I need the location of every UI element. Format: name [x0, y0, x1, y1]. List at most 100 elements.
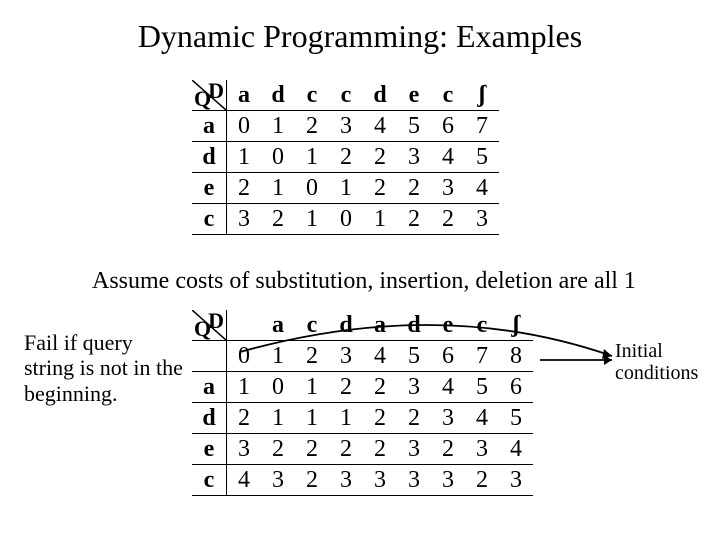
row-header: e: [192, 434, 227, 465]
cell: 3: [363, 465, 397, 496]
cell: 2: [431, 434, 465, 465]
cell: 5: [499, 403, 533, 434]
col-header: d: [363, 80, 397, 111]
cell: 4: [363, 341, 397, 372]
row-axis-label: Q: [194, 86, 211, 112]
cell: 3: [329, 465, 363, 496]
cell: 2: [363, 434, 397, 465]
cell: 0: [227, 111, 262, 142]
cell: 1: [329, 173, 363, 204]
cell: 2: [397, 403, 431, 434]
cell: 8: [499, 341, 533, 372]
cell: 3: [397, 434, 431, 465]
cell: 3: [431, 173, 465, 204]
cell: 2: [295, 341, 329, 372]
cell: 4: [363, 111, 397, 142]
cell: 7: [465, 111, 499, 142]
cell: 0: [261, 372, 295, 403]
row-header: d: [192, 403, 227, 434]
cell: 3: [329, 111, 363, 142]
col-header: e: [397, 80, 431, 111]
cell: 0: [295, 173, 329, 204]
page-title: Dynamic Programming: Examples: [0, 0, 720, 55]
cell: 1: [295, 403, 329, 434]
cell: 1: [329, 403, 363, 434]
cell: 2: [363, 403, 397, 434]
cell: 5: [465, 142, 499, 173]
cell: 2: [329, 142, 363, 173]
cell: 0: [227, 341, 262, 372]
row-header: a: [192, 111, 227, 142]
cell: 3: [397, 372, 431, 403]
cell: 2: [295, 111, 329, 142]
col-header: e: [431, 310, 465, 341]
col-header: [227, 310, 262, 341]
cell: 5: [397, 111, 431, 142]
init-line-2: conditions: [615, 362, 698, 384]
col-header: c: [329, 80, 363, 111]
cell: 2: [397, 173, 431, 204]
cell: 2: [431, 204, 465, 235]
cell: 2: [227, 173, 262, 204]
cell: 1: [261, 111, 295, 142]
cell: 2: [363, 142, 397, 173]
cell: 2: [261, 204, 295, 235]
cell: 1: [295, 372, 329, 403]
cell: 1: [261, 173, 295, 204]
cell: 3: [261, 465, 295, 496]
cell: 1: [295, 142, 329, 173]
col-header: a: [261, 310, 295, 341]
corner-cell: D Q: [192, 80, 227, 111]
cell: 2: [295, 465, 329, 496]
cell: 6: [431, 341, 465, 372]
col-header: a: [227, 80, 262, 111]
cell: 2: [227, 403, 262, 434]
row-header: d: [192, 142, 227, 173]
cell: 0: [261, 142, 295, 173]
cell: 5: [397, 341, 431, 372]
cell: 3: [397, 142, 431, 173]
col-header: c: [431, 80, 465, 111]
cell: 3: [465, 434, 499, 465]
cell: 2: [465, 465, 499, 496]
col-header: d: [261, 80, 295, 111]
initial-conditions-note: Initial conditions: [615, 340, 698, 384]
cell: 4: [431, 372, 465, 403]
cell: 1: [295, 204, 329, 235]
col-header: ʃ: [465, 80, 499, 111]
cell: 3: [329, 341, 363, 372]
cell: 4: [431, 142, 465, 173]
cell: 2: [363, 173, 397, 204]
cell: 4: [499, 434, 533, 465]
cell: 3: [227, 204, 262, 235]
cell: 3: [465, 204, 499, 235]
cell: 4: [227, 465, 262, 496]
fail-note: Fail if query string is not in the begin…: [24, 330, 184, 406]
cell: 3: [431, 465, 465, 496]
cell: 3: [227, 434, 262, 465]
cell: 1: [363, 204, 397, 235]
cell: 6: [431, 111, 465, 142]
cell: 1: [261, 403, 295, 434]
cell: 7: [465, 341, 499, 372]
col-header: a: [363, 310, 397, 341]
dp-table-bottom: D Q a c d a d e c ʃ 0 1 2 3 4 5 6 7 8 a …: [192, 310, 533, 496]
row-header: c: [192, 204, 227, 235]
cell: 2: [329, 372, 363, 403]
cell: 1: [227, 372, 262, 403]
cell: 4: [465, 173, 499, 204]
corner-cell: D Q: [192, 310, 227, 341]
cell: 5: [465, 372, 499, 403]
cell: 1: [227, 142, 262, 173]
col-header: d: [329, 310, 363, 341]
row-axis-label: Q: [194, 316, 211, 342]
cell: 3: [499, 465, 533, 496]
cell: 2: [329, 434, 363, 465]
init-line-1: Initial: [615, 340, 663, 362]
row-header: [192, 341, 227, 372]
cell: 4: [465, 403, 499, 434]
row-header: a: [192, 372, 227, 403]
col-header: c: [295, 80, 329, 111]
cell: 6: [499, 372, 533, 403]
col-header: c: [465, 310, 499, 341]
